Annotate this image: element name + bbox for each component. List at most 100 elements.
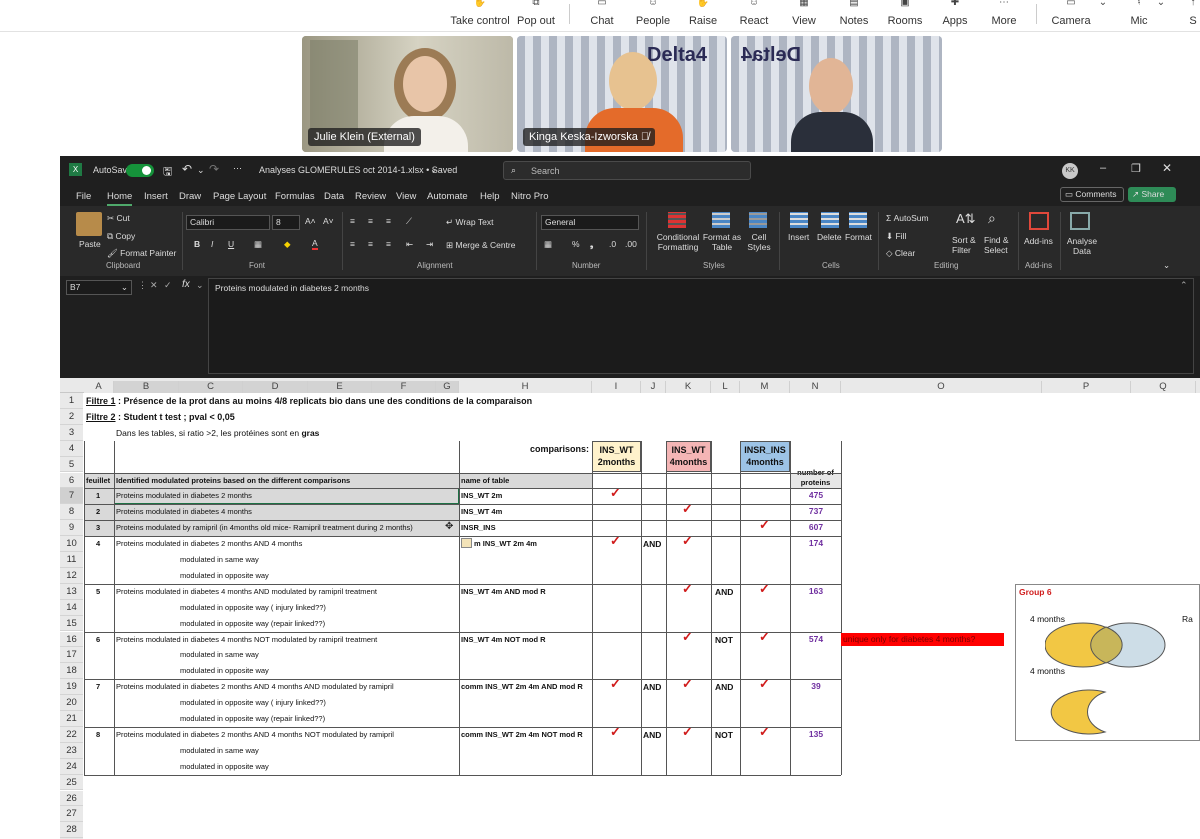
align-middle-icon[interactable]: ≡ — [368, 216, 373, 226]
row-header-16[interactable]: 16 — [60, 631, 83, 648]
comments-button[interactable]: ▭ Comments — [1060, 187, 1124, 202]
clear-button[interactable]: ◇ Clear — [886, 248, 915, 259]
participant-tile[interactable]: Delta4 — [731, 36, 942, 152]
people-button[interactable]: ☺ People — [633, 0, 673, 30]
ribbon-collapse-icon[interactable]: ⌄ — [1163, 260, 1170, 271]
column-header-f[interactable]: F — [372, 381, 436, 393]
tab-view[interactable]: View — [396, 191, 416, 202]
row-header-27[interactable]: 27 — [60, 806, 83, 823]
indent-icon[interactable]: ⇤ — [406, 239, 413, 250]
autosave-toggle[interactable] — [126, 164, 154, 177]
column-header-p[interactable]: P — [1042, 381, 1131, 393]
redo-icon[interactable]: ↷ — [209, 162, 219, 176]
row-header-1[interactable]: 1 — [60, 393, 83, 409]
spreadsheet-grid[interactable]: ABCDEFGHIJKLMNOPQR1234567891011121314151… — [60, 378, 1200, 839]
increase-font-icon[interactable]: A˄ — [305, 216, 316, 226]
participant-tile[interactable]: Julie Klein (External) — [302, 36, 513, 152]
analyse-data-button[interactable]: Analyse Data — [1065, 236, 1099, 256]
rooms-button[interactable]: ▣ Rooms — [886, 0, 924, 30]
save-icon[interactable]: 🖫 — [163, 163, 172, 182]
accounting-icon[interactable]: ▦ — [544, 239, 552, 250]
column-header-h[interactable]: H — [459, 381, 592, 393]
wrap-text-button[interactable]: ↵ Wrap Text — [446, 217, 493, 228]
row-header-6[interactable]: 6 — [60, 472, 83, 489]
more-button[interactable]: ⋯ More — [988, 0, 1020, 30]
font-size-select[interactable]: 8 — [272, 215, 300, 230]
cancel-icon[interactable]: ✕ — [150, 280, 158, 291]
tab-page-layout[interactable]: Page Layout — [213, 191, 266, 202]
sort-filter-button[interactable]: Sort & Filter — [952, 235, 982, 255]
tab-home[interactable]: Home — [107, 191, 133, 206]
column-header-m[interactable]: M — [740, 381, 790, 393]
row-header-14[interactable]: 14 — [60, 599, 83, 616]
mic-button[interactable]: ♮ Mic — [1126, 0, 1152, 30]
notes-button[interactable]: ▤ Notes — [836, 0, 872, 30]
row-header-25[interactable]: 25 — [60, 774, 83, 791]
tab-draw[interactable]: Draw — [179, 191, 201, 202]
format-cells-button[interactable]: Format — [845, 232, 872, 242]
row-header-12[interactable]: 12 — [60, 567, 83, 584]
merge-centre-button[interactable]: ⊞ Merge & Centre — [446, 240, 515, 251]
decrease-font-icon[interactable]: A˅ — [323, 216, 334, 226]
tab-insert[interactable]: Insert — [144, 191, 168, 202]
undo-icon[interactable]: ↶ — [182, 162, 192, 176]
user-avatar[interactable]: KK — [1062, 163, 1078, 179]
italic-icon[interactable]: I — [211, 239, 213, 249]
align-bottom-icon[interactable]: ≡ — [386, 216, 391, 226]
paste-icon[interactable] — [76, 212, 102, 236]
row-header-13[interactable]: 13 — [60, 583, 83, 600]
row-header-5[interactable]: 5 — [60, 456, 83, 473]
font-name-select[interactable]: Calibri — [186, 215, 270, 230]
find-select-button[interactable]: Find & Select — [984, 235, 1014, 255]
row-header-19[interactable]: 19 — [60, 679, 83, 696]
pop-out-button[interactable]: ⧉ Pop out — [513, 0, 559, 30]
paste-button[interactable]: Paste — [79, 239, 101, 249]
align-center-icon[interactable]: ≡ — [368, 239, 373, 249]
border-icon[interactable]: ▦ — [254, 239, 262, 250]
row-header-20[interactable]: 20 — [60, 695, 83, 711]
raise-hand-button[interactable]: ✋ Raise — [686, 0, 720, 30]
tab-review[interactable]: Review — [355, 191, 386, 202]
copy-button[interactable]: ⧉ Copy — [107, 231, 135, 242]
search-box[interactable]: ⌕ Search — [503, 161, 751, 180]
row-header-26[interactable]: 26 — [60, 790, 83, 807]
align-top-icon[interactable]: ≡ — [350, 216, 355, 226]
fill-button[interactable]: ⬇ Fill — [886, 231, 906, 242]
column-header-b[interactable]: B — [114, 381, 179, 393]
column-header-r[interactable]: R — [1196, 381, 1200, 393]
row-header-9[interactable]: 9 — [60, 520, 83, 537]
restore-icon[interactable]: ❐ — [1131, 162, 1141, 175]
cut-button[interactable]: ✂ Cut — [107, 213, 130, 224]
format-as-table-button[interactable]: Format as Table — [702, 232, 742, 252]
font-color-icon[interactable]: A — [312, 238, 318, 250]
cell-styles-button[interactable]: Cell Styles — [744, 232, 774, 252]
row-header-3[interactable]: 3 — [60, 424, 83, 441]
enter-icon[interactable]: ✓ — [164, 280, 172, 291]
tab-file[interactable]: File — [76, 191, 91, 202]
column-header-e[interactable]: E — [308, 381, 372, 393]
chevron-down-icon[interactable]: ⌄ — [196, 280, 204, 291]
row-header-22[interactable]: 22 — [60, 726, 83, 743]
row-header-10[interactable]: 10 — [60, 536, 83, 552]
camera-button[interactable]: ▭ Camera — [1050, 0, 1092, 30]
more-icon[interactable]: ⋯ — [233, 163, 242, 174]
column-header-l[interactable]: L — [711, 381, 740, 393]
chevron-down-icon[interactable]: ⌄ — [430, 164, 438, 175]
formula-input[interactable]: Proteins modulated in diabetes 2 months — [208, 278, 1194, 374]
close-icon[interactable]: ✕ — [1162, 161, 1172, 175]
row-header-23[interactable]: 23 — [60, 742, 83, 759]
tab-formulas[interactable]: Formulas — [275, 191, 315, 202]
align-left-icon[interactable]: ≡ — [350, 239, 355, 249]
row-header-2[interactable]: 2 — [60, 408, 83, 425]
share-doc-button[interactable]: ↗ Share — [1128, 187, 1176, 202]
minimize-icon[interactable]: – — [1100, 162, 1106, 174]
bold-icon[interactable]: B — [194, 239, 200, 249]
addins-button[interactable]: Add-ins — [1024, 236, 1053, 246]
row-header-15[interactable]: 15 — [60, 615, 83, 632]
insert-cells-button[interactable]: Insert — [788, 232, 809, 242]
chevron-down-icon[interactable]: ⌄ — [197, 165, 205, 176]
row-header-18[interactable]: 18 — [60, 663, 83, 680]
row-header-11[interactable]: 11 — [60, 552, 83, 568]
row-header-4[interactable]: 4 — [60, 440, 83, 457]
document-title[interactable]: Analyses GLOMERULES oct 2014-1.xlsx • Sa… — [259, 165, 457, 175]
